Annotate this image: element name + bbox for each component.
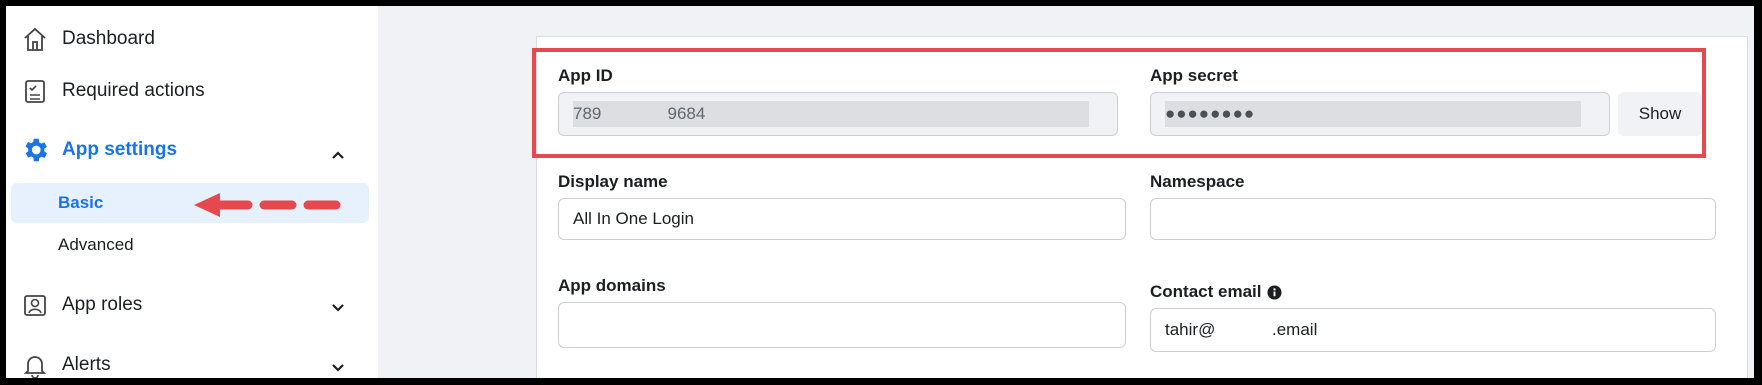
sidebar-item-app-roles[interactable]: App roles <box>20 290 142 320</box>
app-secret-value: ●●●●●●●● <box>1165 101 1581 127</box>
chevron-down-icon[interactable] <box>328 357 348 377</box>
show-secret-button[interactable]: Show <box>1618 92 1702 136</box>
app-domains-field[interactable] <box>558 302 1126 348</box>
display-name-label: Display name <box>558 172 668 191</box>
app-secret-label: App secret <box>1150 66 1238 85</box>
app-id-label: App ID <box>558 66 613 85</box>
contact-email-label-text: Contact email <box>1150 282 1262 301</box>
sidebar-item-alerts[interactable]: Alerts <box>20 350 111 378</box>
sidebar-subitem-advanced[interactable]: Advanced <box>58 235 134 255</box>
annotation-arrow-icon <box>194 193 342 217</box>
user-badge-icon <box>20 290 50 320</box>
bell-icon <box>20 350 50 378</box>
chevron-up-icon[interactable] <box>328 145 348 165</box>
display-name-field[interactable]: All In One Login <box>558 198 1126 240</box>
sidebar: Dashboard Required actions App settings … <box>6 6 378 378</box>
sidebar-item-dashboard[interactable]: Dashboard <box>20 24 155 54</box>
namespace-field[interactable] <box>1150 198 1716 240</box>
home-icon <box>20 24 50 54</box>
sidebar-subitem-basic[interactable]: Basic <box>58 193 103 213</box>
sidebar-item-label: Required actions <box>62 80 205 101</box>
sidebar-item-label: App settings <box>62 139 178 160</box>
contact-email-label: Contact email <box>1150 282 1283 302</box>
gear-icon <box>20 135 50 165</box>
sidebar-item-label: App roles <box>62 294 143 315</box>
contact-email-value: tahir@ .email <box>1165 320 1318 339</box>
display-name-value: All In One Login <box>573 209 694 228</box>
contact-email-field[interactable]: tahir@ .email <box>1150 308 1716 352</box>
app-id-field[interactable]: 789 9684 <box>558 92 1118 136</box>
app-id-value: 789 9684 <box>573 101 1089 127</box>
namespace-label: Namespace <box>1150 172 1245 191</box>
chevron-down-icon[interactable] <box>328 297 348 317</box>
sidebar-item-label: Dashboard <box>62 28 155 49</box>
app-domains-label: App domains <box>558 276 666 295</box>
sidebar-item-app-settings[interactable]: App settings <box>20 135 177 165</box>
sidebar-item-required-actions[interactable]: Required actions <box>20 76 205 106</box>
info-icon[interactable] <box>1267 285 1283 300</box>
app-secret-field[interactable]: ●●●●●●●● <box>1150 92 1610 136</box>
checklist-icon <box>20 76 50 106</box>
app-frame: Dashboard Required actions App settings … <box>6 6 1754 378</box>
sidebar-item-label: Alerts <box>62 354 111 375</box>
